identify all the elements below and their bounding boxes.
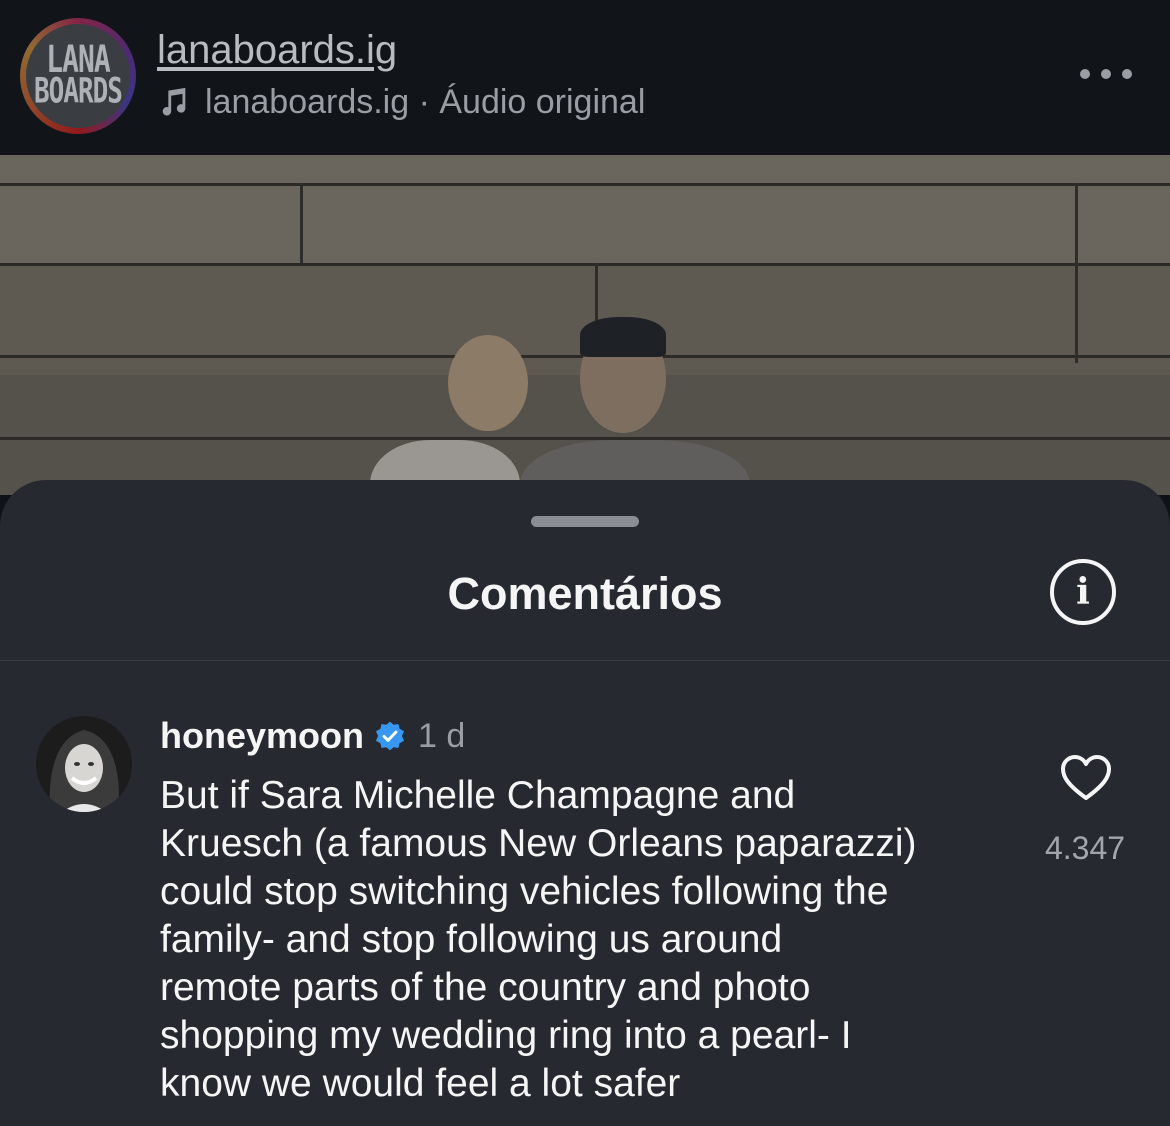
- heart-outline-icon[interactable]: [1060, 754, 1112, 802]
- comment-time: 1 d: [418, 716, 466, 755]
- commenter-avatar[interactable]: [36, 716, 132, 812]
- audio-label: lanaboards.ig · Áudio original: [205, 82, 646, 121]
- avatar-logo-text-2: BOARDS: [34, 71, 123, 113]
- comment-header: honeymoon 1 d: [160, 712, 465, 760]
- video-frame[interactable]: [0, 155, 1170, 495]
- audio-link[interactable]: lanaboards.ig · Áudio original: [157, 80, 645, 124]
- comments-sheet: Comentários i honeymoon 1 d But if Sara …: [0, 480, 1170, 1126]
- comment-text: But if Sara Michelle Champagne and Krues…: [160, 774, 917, 1105]
- verified-badge-icon: [376, 721, 404, 751]
- divider: [0, 660, 1170, 661]
- commenter-photo: [36, 716, 132, 812]
- comment-username[interactable]: honeymoon: [160, 715, 364, 757]
- reel-header: LANA BOARDS lanaboards.ig lanaboards.ig …: [0, 0, 1170, 155]
- info-button[interactable]: i: [1050, 559, 1116, 625]
- account-avatar[interactable]: LANA BOARDS: [26, 24, 130, 128]
- more-dots-icon: [1080, 69, 1090, 79]
- sheet-title: Comentários: [447, 568, 723, 619]
- account-name-link[interactable]: lanaboards.ig: [157, 28, 397, 73]
- info-icon: i: [1076, 571, 1090, 613]
- more-options-button[interactable]: [1080, 62, 1132, 86]
- like-count: 4.347: [1044, 830, 1126, 866]
- music-note-icon: [162, 87, 186, 116]
- sheet-drag-handle[interactable]: [531, 516, 639, 527]
- person-left: [448, 335, 528, 431]
